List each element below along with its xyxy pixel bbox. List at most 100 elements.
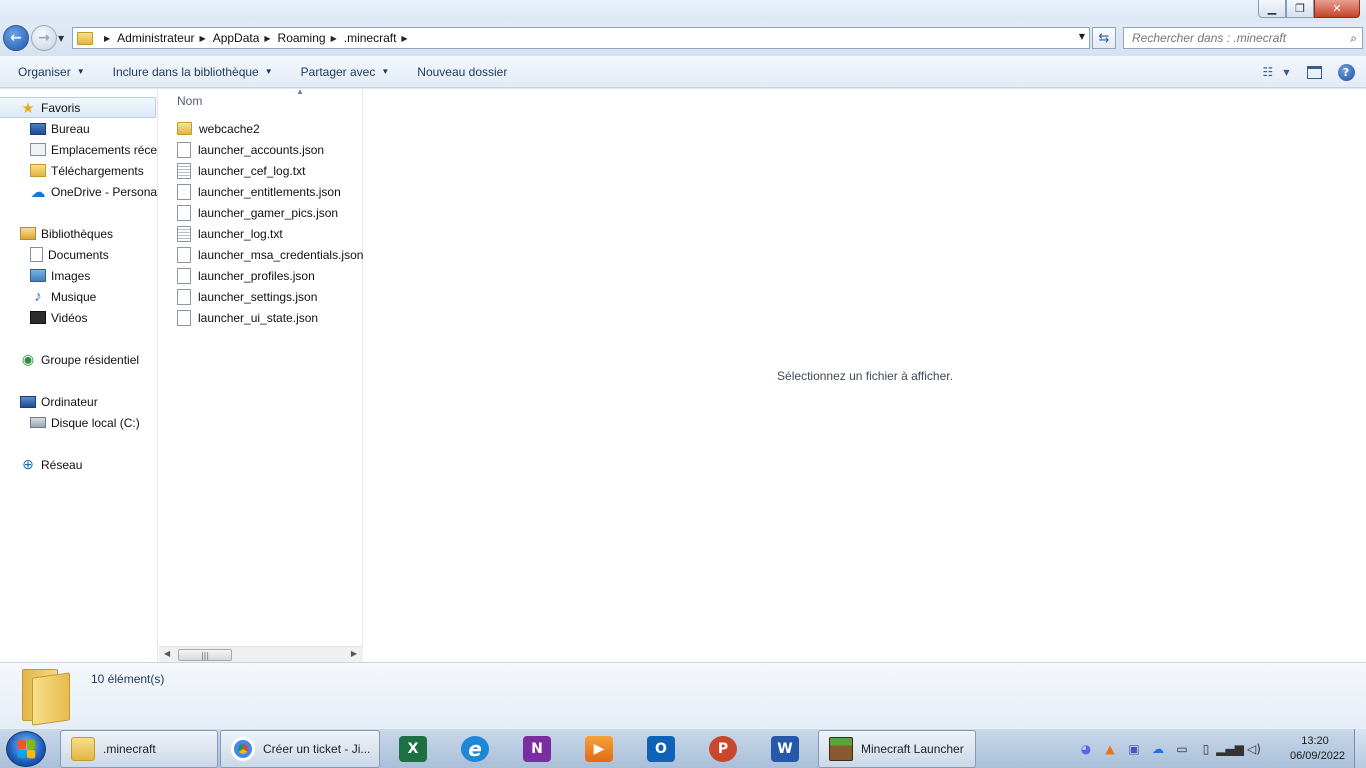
nav-label: Emplacements récents — [51, 142, 158, 157]
onedrive-tray-icon[interactable]: ☁ — [1150, 741, 1166, 757]
scroll-right-icon[interactable]: ▶ — [351, 649, 357, 658]
file-row[interactable]: launcher_accounts.json — [177, 139, 324, 160]
breadcrumb-roaming[interactable]: Roaming — [278, 31, 326, 45]
back-button[interactable]: ← — [3, 25, 29, 51]
scroll-left-icon[interactable]: ◀ — [164, 649, 170, 658]
search-box[interactable]: ⌕ — [1123, 27, 1363, 49]
file-name: webcache2 — [199, 121, 260, 136]
minimize-button[interactable]: ▁ — [1258, 0, 1286, 18]
recent-pages-dropdown[interactable]: ▼ — [58, 34, 64, 43]
clock[interactable]: 13:20 06/09/2022 — [1290, 734, 1346, 764]
view-options-button[interactable]: ☷ ▼ — [1263, 62, 1290, 82]
breadcrumb-administrateur[interactable]: Administrateur — [117, 31, 194, 45]
arrow-left-icon: ← — [10, 30, 22, 46]
video-film-icon — [30, 311, 46, 324]
address-bar[interactable]: ▶ Administrateur ▶ AppData ▶ Roaming ▶ .… — [72, 27, 1090, 49]
share-with-label: Partager avec — [300, 64, 376, 79]
breadcrumb-appdata[interactable]: AppData — [213, 31, 260, 45]
file-name: launcher_msa_credentials.json — [198, 247, 364, 262]
file-name: launcher_profiles.json — [198, 268, 315, 283]
file-row[interactable]: launcher_profiles.json — [177, 265, 315, 286]
taskbar-internet-explorer[interactable]: e — [459, 733, 491, 765]
file-row[interactable]: launcher_ui_state.json — [177, 307, 318, 328]
nav-label: Réseau — [41, 457, 83, 472]
column-header-name[interactable]: Nom ▲ — [159, 87, 363, 113]
maximize-button[interactable]: ❐ — [1286, 0, 1314, 18]
include-library-button[interactable]: Inclure dans la bibliothèque ▼ — [105, 61, 281, 83]
file-row[interactable]: launcher_cef_log.txt — [177, 160, 305, 181]
chevron-right-icon[interactable]: ▶ — [331, 34, 337, 43]
address-row: ← → ▼ ▶ Administrateur ▶ AppData ▶ Roami… — [0, 22, 1366, 56]
start-button[interactable] — [6, 731, 46, 767]
nav-homegroup[interactable]: ◉ Groupe résidentiel — [0, 349, 139, 370]
taskbar-minecraft-launcher[interactable]: Minecraft Launcher — [818, 730, 976, 768]
refresh-button[interactable]: ⇆ — [1092, 27, 1116, 49]
taskbar-label: .minecraft — [103, 742, 156, 756]
avast-icon[interactable]: ▲ — [1102, 741, 1118, 757]
taskbar-onenote[interactable]: N — [521, 733, 553, 765]
taskbar-media-player[interactable]: ▶ — [583, 733, 615, 765]
forward-button[interactable]: → — [31, 25, 57, 51]
clock-time: 13:20 — [1301, 735, 1329, 747]
taskbar-excel[interactable]: X — [397, 733, 429, 765]
address-dropdown-icon[interactable]: ▼ — [1079, 32, 1085, 41]
nav-videos[interactable]: Vidéos — [30, 307, 87, 328]
nav-local-disk[interactable]: Disque local (C:) — [30, 412, 140, 433]
clock-date: 06/09/2022 — [1290, 750, 1346, 762]
nav-images[interactable]: Images — [30, 265, 90, 286]
scrollbar-thumb[interactable]: ||| — [178, 649, 232, 661]
file-row[interactable]: launcher_entitlements.json — [177, 181, 341, 202]
nav-recent-places[interactable]: Emplacements récents — [30, 139, 158, 160]
teams-icon[interactable]: ▣ — [1126, 741, 1142, 757]
battery-icon[interactable]: ▯ — [1198, 741, 1214, 757]
file-row[interactable]: launcher_gamer_pics.json — [177, 202, 338, 223]
folder-icon — [177, 122, 192, 135]
new-folder-button[interactable]: Nouveau dossier — [409, 61, 515, 83]
nav-music[interactable]: ♪ Musique — [30, 286, 96, 307]
chrome-icon — [231, 737, 255, 761]
homegroup-icon: ◉ — [21, 351, 35, 367]
nav-documents[interactable]: Documents — [30, 244, 109, 265]
nav-label: Musique — [51, 289, 97, 304]
taskbar-outlook[interactable]: O — [645, 733, 677, 765]
display-icon[interactable]: ▭ — [1174, 741, 1190, 757]
show-desktop-button[interactable] — [1354, 729, 1366, 768]
nav-computer[interactable]: Ordinateur — [0, 391, 98, 412]
breadcrumb-minecraft[interactable]: .minecraft — [344, 31, 397, 45]
taskbar-chrome[interactable]: Créer un ticket - Ji... — [220, 730, 380, 768]
chevron-right-icon[interactable]: ▶ — [200, 34, 206, 43]
arrow-right-icon: → — [38, 30, 50, 46]
volume-icon[interactable]: ◁) — [1246, 741, 1262, 757]
nav-desktop[interactable]: Bureau — [30, 118, 90, 139]
taskbar-powerpoint[interactable]: P — [707, 733, 739, 765]
taskbar-explorer[interactable]: .minecraft — [60, 730, 218, 768]
chevron-right-icon[interactable]: ▶ — [401, 34, 407, 43]
chevron-right-icon[interactable]: ▶ — [264, 34, 270, 43]
file-row[interactable]: webcache2 — [177, 118, 260, 139]
nav-onedrive[interactable]: ☁ OneDrive - Personal — [30, 181, 158, 202]
share-with-button[interactable]: Partager avec ▼ — [293, 61, 398, 83]
file-name: launcher_settings.json — [198, 289, 318, 304]
file-row[interactable]: launcher_log.txt — [177, 223, 283, 244]
organize-button[interactable]: Organiser ▼ — [10, 61, 93, 83]
preview-pane-button[interactable] — [1302, 62, 1326, 82]
network-icon: ⊕ — [22, 456, 34, 472]
nav-network[interactable]: ⊕ Réseau — [0, 454, 82, 475]
hard-drive-icon — [30, 417, 46, 428]
file-name: launcher_accounts.json — [198, 142, 325, 157]
help-button[interactable]: ? — [1334, 62, 1358, 82]
file-row[interactable]: launcher_msa_credentials.json — [177, 244, 363, 265]
search-icon[interactable]: ⌕ — [1350, 31, 1357, 46]
close-button[interactable]: ✕ — [1314, 0, 1360, 18]
horizontal-scrollbar[interactable]: ◀ ||| ▶ — [159, 646, 363, 662]
taskbar-word[interactable]: W — [769, 733, 801, 765]
search-input[interactable] — [1132, 31, 1332, 45]
discord-icon[interactable]: ◕ — [1078, 741, 1094, 757]
network-signal-icon[interactable]: ▂▄▆ — [1216, 741, 1244, 757]
file-row[interactable]: launcher_settings.json — [177, 286, 317, 307]
recent-places-icon — [30, 143, 46, 156]
nav-downloads[interactable]: Téléchargements — [30, 160, 144, 181]
nav-libraries[interactable]: Bibliothèques — [0, 223, 113, 244]
nav-favorites[interactable]: ★ Favoris — [0, 97, 156, 118]
chevron-right-icon[interactable]: ▶ — [104, 34, 110, 43]
